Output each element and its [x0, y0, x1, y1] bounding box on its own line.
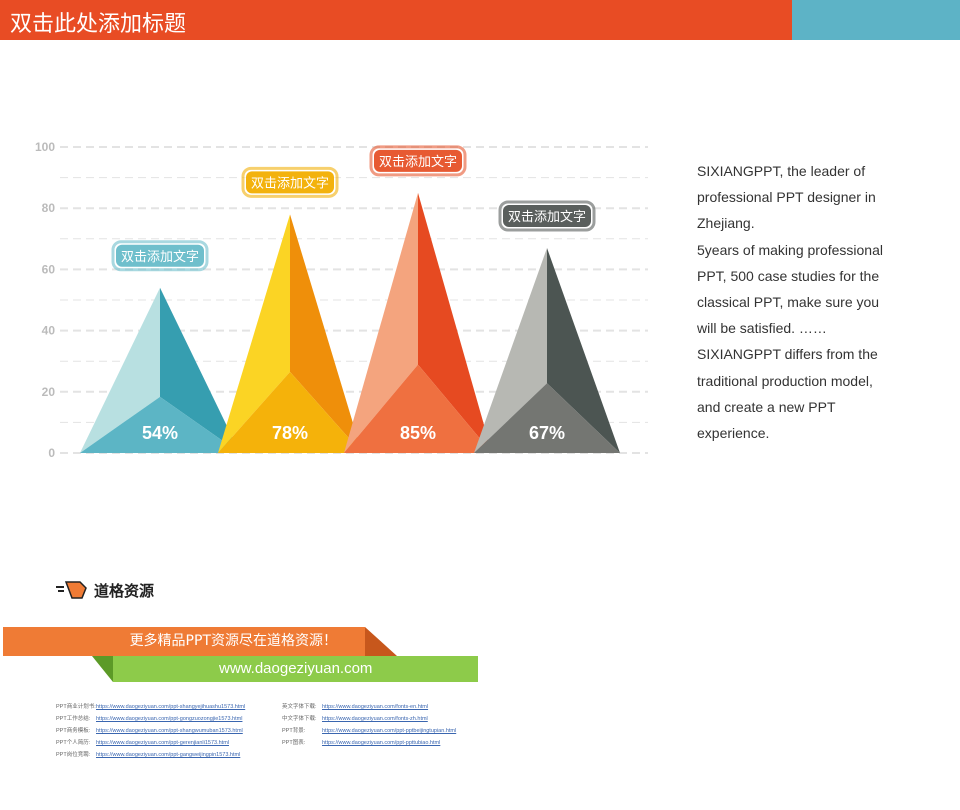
description: SIXIANGPPT, the leader of professional P… [697, 158, 897, 446]
value-label: 78% [272, 423, 308, 443]
logo-icon [56, 581, 87, 599]
link[interactable]: https://www.daogeziyuan.com/ppt-pptbeiji… [322, 728, 456, 734]
link-label: PPT商务模板: [56, 728, 91, 734]
y-tick-label: 0 [48, 446, 55, 460]
link[interactable]: https://www.daogeziyuan.com/ppt-gongzuoz… [96, 716, 242, 722]
value-label: 67% [529, 423, 565, 443]
link-row: PPT商业计划书:https://www.daogeziyuan.com/ppt… [56, 701, 245, 713]
y-tick-label: 60 [42, 262, 56, 276]
label-text: 双击添加文字 [251, 176, 329, 191]
link-label: PPT背景: [282, 728, 306, 734]
link-row: PPT个人简历: https://www.daogeziyuan.com/ppt-… [56, 737, 245, 749]
link-row: PPT岗位竞聘: https://www.daogeziyuan.com/ppt-… [56, 749, 245, 761]
link-label: 中文字体下载: [282, 716, 317, 722]
link[interactable]: https://www.daogeziyuan.com/ppt-gangweij… [96, 752, 240, 758]
banner-fold [365, 627, 397, 656]
link-label: PPT商业计划书: [56, 704, 96, 710]
link[interactable]: https://www.daogeziyuan.com/ppt-shangwum… [96, 728, 243, 734]
link[interactable]: https://www.daogeziyuan.com/ppt-ppttubia… [322, 740, 440, 746]
banner-fold-2 [92, 656, 113, 682]
description-para-2: 5years of making professional PPT, 500 c… [697, 241, 883, 442]
link-row: PPT工作总结: https://www.daogeziyuan.com/ppt-… [56, 713, 245, 725]
link-label: PPT岗位竞聘: [56, 752, 91, 758]
y-tick-label: 100 [35, 140, 55, 154]
link-row: 英文字体下载: https://www.daogeziyuan.com/fonts… [282, 701, 456, 713]
value-label: 54% [142, 423, 178, 443]
link-row: PPT图表: https://www.daogeziyuan.com/ppt-pp… [282, 737, 456, 749]
link[interactable]: https://www.daogeziyuan.com/fonts-zh.htm… [322, 716, 428, 722]
link-label: PPT图表: [282, 740, 306, 746]
label-text: 双击添加文字 [121, 250, 199, 265]
promo-banner: 更多精品PPT资源尽在道格资源！ [3, 627, 365, 656]
link[interactable]: https://www.daogeziyuan.com/ppt-shangyej… [96, 704, 245, 710]
link-row: PPT商务模板: https://www.daogeziyuan.com/ppt-… [56, 725, 245, 737]
value-label: 85% [400, 423, 436, 443]
link-row: 中文字体下载: https://www.daogeziyuan.com/fonts… [282, 713, 456, 725]
link-row: PPT背景: https://www.daogeziyuan.com/ppt-pp… [282, 725, 456, 737]
link[interactable]: https://www.daogeziyuan.com/ppt-gerenjia… [96, 740, 229, 746]
y-tick-label: 40 [42, 324, 56, 338]
label-text: 双击添加文字 [508, 210, 586, 225]
link[interactable]: https://www.daogeziyuan.com/fonts-en.htm… [322, 704, 428, 710]
description-para-1: SIXIANGPPT, the leader of professional P… [697, 163, 876, 232]
y-tick-label: 20 [42, 385, 56, 399]
label-text: 双击添加文字 [379, 155, 457, 170]
links-left: PPT商业计划书:https://www.daogeziyuan.com/ppt… [56, 701, 245, 761]
link-label: PPT工作总结: [56, 716, 91, 722]
logo-text: 道格资源 [94, 581, 155, 600]
site-link[interactable]: www.daogeziyuan.com [113, 656, 478, 682]
link-label: PPT个人简历: [56, 740, 91, 746]
logo: 道格资源 [54, 578, 154, 602]
y-tick-label: 80 [42, 201, 56, 215]
link-label: 英文字体下载: [282, 704, 317, 710]
links-right: 英文字体下载: https://www.daogeziyuan.com/fonts… [282, 701, 456, 749]
